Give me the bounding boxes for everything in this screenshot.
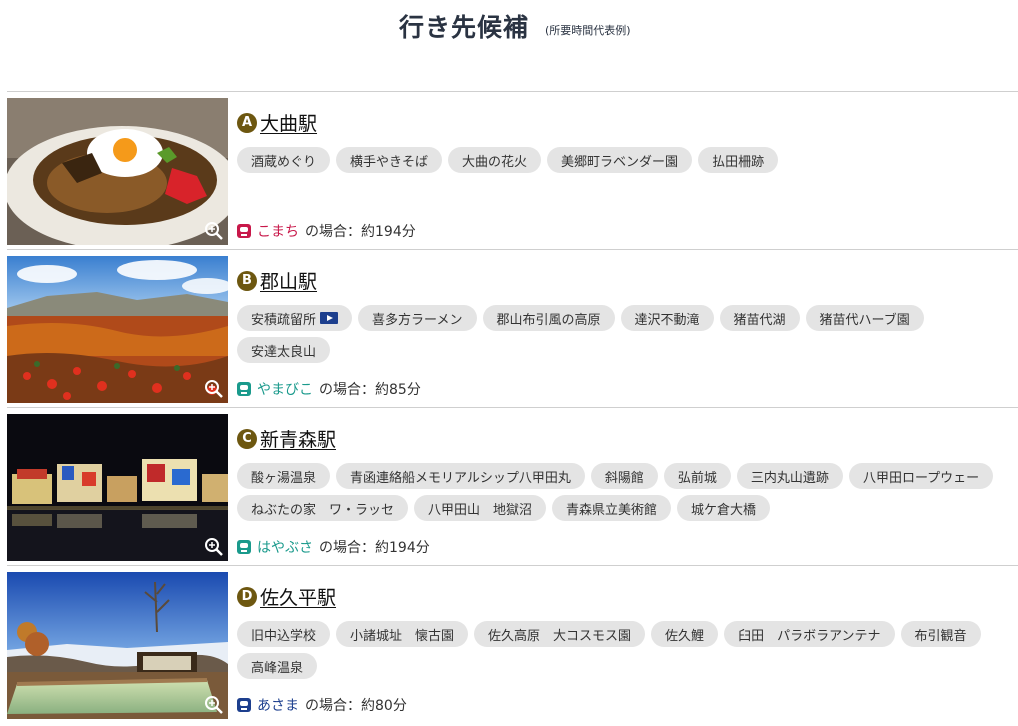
destination-row-c: C 新青森駅 酸ヶ湯温泉 青函連絡船メモリアルシップ八甲田丸 斜陽館 弘前城 三…	[0, 408, 1018, 566]
destination-photo[interactable]	[7, 572, 228, 719]
letter-badge: C	[237, 428, 257, 449]
tag[interactable]: 佐久鯉	[651, 621, 719, 647]
tag[interactable]: 城ケ倉大橋	[677, 495, 771, 521]
station-link[interactable]: 郡山駅	[260, 267, 317, 294]
train-info: あさま の場合：約80分	[237, 695, 407, 715]
letter-badge: A	[237, 112, 257, 133]
train-name: あさま	[257, 698, 299, 714]
tag[interactable]: 払田柵跡	[698, 147, 779, 173]
tag[interactable]: 美郷町ラベンダー園	[547, 147, 693, 173]
tag[interactable]: 安達太良山	[237, 337, 331, 363]
train-icon	[237, 540, 251, 554]
tag-label: 安積疏留所	[251, 312, 317, 328]
letter-badge: D	[237, 586, 257, 607]
tag[interactable]: 安積疏留所	[237, 305, 353, 331]
tag[interactable]: 八甲田山 地獄沼	[414, 495, 547, 521]
tag[interactable]: 佐久高原 大コスモス園	[474, 621, 646, 647]
station-link[interactable]: 新青森駅	[260, 425, 336, 452]
station-heading: B 郡山駅	[237, 267, 317, 294]
tag[interactable]: 三内丸山遺跡	[736, 463, 843, 489]
destination-photo[interactable]	[7, 414, 228, 561]
train-icon	[237, 224, 251, 238]
travel-time: の場合：約194分	[319, 540, 430, 556]
travel-time: の場合：約80分	[305, 698, 407, 714]
station-heading: A 大曲駅	[237, 109, 317, 136]
tag[interactable]: 横手やきそば	[336, 147, 443, 173]
travel-time: の場合：約194分	[305, 224, 416, 240]
tag[interactable]: 布引観音	[900, 621, 981, 647]
tag[interactable]: 郡山布引風の高原	[482, 305, 615, 331]
zoom-icon[interactable]	[204, 221, 224, 241]
tag[interactable]: 臼田 パラボラアンテナ	[724, 621, 895, 647]
tag[interactable]: 小諸城址 懐古園	[336, 621, 469, 647]
station-heading: C 新青森駅	[237, 425, 336, 452]
page-title: 行き先候補	[399, 13, 530, 42]
train-name: こまち	[257, 224, 299, 240]
destination-row-b: B 郡山駅 安積疏留所 喜多方ラーメン 郡山布引風の高原 達沢不動滝 猪苗代湖 …	[0, 250, 1018, 408]
train-name: やまびこ	[257, 382, 313, 398]
train-name: はやぶさ	[257, 540, 313, 556]
tag[interactable]: 猪苗代ハーブ園	[805, 305, 924, 331]
zoom-icon[interactable]	[204, 537, 224, 557]
station-link[interactable]: 佐久平駅	[260, 583, 336, 610]
video-icon	[320, 312, 339, 324]
page-header: 行き先候補 (所要時間代表例)	[0, 0, 1018, 92]
station-heading: D 佐久平駅	[237, 583, 336, 610]
train-info: やまびこ の場合：約85分	[237, 379, 421, 399]
tag[interactable]: 青函連絡船メモリアルシップ八甲田丸	[336, 463, 585, 489]
destination-photo[interactable]	[7, 256, 228, 403]
train-info: こまち の場合：約194分	[237, 221, 416, 241]
letter-badge: B	[237, 270, 257, 291]
destination-row-d: D 佐久平駅 旧中込学校 小諸城址 懐古園 佐久高原 大コスモス園 佐久鯉 臼田…	[0, 566, 1018, 724]
tag-list: 旧中込学校 小諸城址 懐古園 佐久高原 大コスモス園 佐久鯉 臼田 パラボラアン…	[237, 621, 1017, 679]
tag[interactable]: 斜陽館	[590, 463, 658, 489]
zoom-icon[interactable]	[204, 379, 224, 399]
tag[interactable]: 旧中込学校	[237, 621, 331, 647]
zoom-icon[interactable]	[204, 695, 224, 715]
station-link[interactable]: 大曲駅	[260, 109, 317, 136]
tag[interactable]: 喜多方ラーメン	[358, 305, 477, 331]
tag-list: 酸ヶ湯温泉 青函連絡船メモリアルシップ八甲田丸 斜陽館 弘前城 三内丸山遺跡 八…	[237, 463, 1017, 521]
tag[interactable]: 弘前城	[663, 463, 731, 489]
destination-photo[interactable]	[7, 98, 228, 245]
tag[interactable]: 高峰温泉	[237, 653, 318, 679]
tag[interactable]: 青森県立美術館	[552, 495, 672, 521]
tag[interactable]: 大曲の花火	[448, 147, 542, 173]
tag[interactable]: 達沢不動滝	[620, 305, 714, 331]
tag-list: 安積疏留所 喜多方ラーメン 郡山布引風の高原 達沢不動滝 猪苗代湖 猪苗代ハーブ…	[237, 305, 1017, 363]
train-icon	[237, 382, 251, 396]
tag[interactable]: 酸ヶ湯温泉	[237, 463, 331, 489]
tag[interactable]: ねぶたの家 ワ・ラッセ	[237, 495, 409, 521]
tag[interactable]: 酒蔵めぐり	[237, 147, 331, 173]
tag[interactable]: 八甲田ロープウェー	[848, 463, 994, 489]
destination-row-a: A 大曲駅 酒蔵めぐり 横手やきそば 大曲の花火 美郷町ラベンダー園 払田柵跡 …	[0, 92, 1018, 250]
page-subtitle: (所要時間代表例)	[545, 24, 631, 37]
tag[interactable]: 猪苗代湖	[719, 305, 800, 331]
travel-time: の場合：約85分	[319, 382, 421, 398]
tag-list: 酒蔵めぐり 横手やきそば 大曲の花火 美郷町ラベンダー園 払田柵跡	[237, 147, 1017, 173]
train-info: はやぶさ の場合：約194分	[237, 537, 430, 557]
train-icon	[237, 698, 251, 712]
